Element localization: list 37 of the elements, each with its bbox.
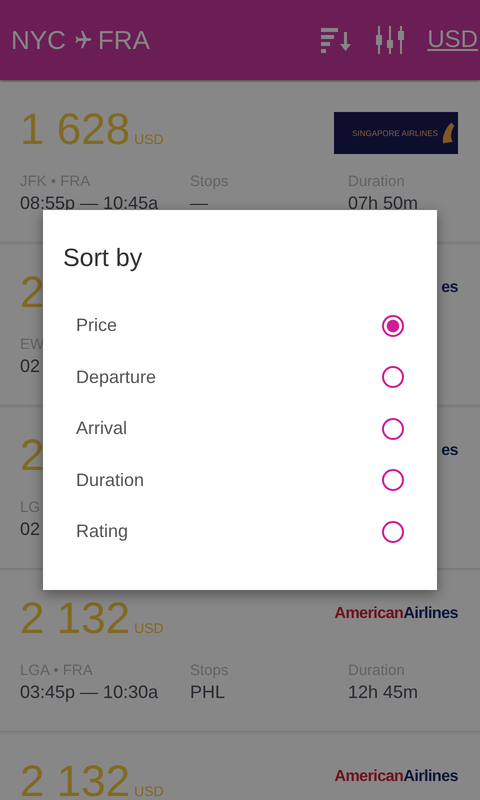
radio-button[interactable] xyxy=(382,520,404,543)
price: 2 xyxy=(20,269,44,317)
dialog-title: Sort by xyxy=(63,243,142,273)
airline-logo: AmericanAirlines xyxy=(334,768,458,786)
filter-icon[interactable] xyxy=(375,26,406,54)
sort-option[interactable]: Arrival xyxy=(76,418,128,440)
radio-button[interactable] xyxy=(382,314,404,337)
airline-logo: es xyxy=(441,279,458,297)
price: 2 132 xyxy=(20,595,130,643)
duration-value: 12h 45m xyxy=(348,681,418,703)
sort-option[interactable]: Rating xyxy=(76,521,128,542)
sort-option[interactable]: Price xyxy=(76,315,118,336)
flight-times: 08:55p — 10:45a xyxy=(20,192,158,214)
sort-option[interactable]: Departure xyxy=(76,366,156,388)
airline-logo: AmericanAirlines xyxy=(334,605,458,623)
flight-card[interactable]: 2 132 USD AmericanAirlines xyxy=(0,734,480,800)
radio-button[interactable] xyxy=(382,418,404,440)
price-currency: USD xyxy=(134,131,164,147)
flight-times: 02 xyxy=(20,355,40,377)
sort-icon[interactable] xyxy=(321,26,354,54)
price: 2 132 xyxy=(20,758,130,800)
price-currency: USD xyxy=(134,783,164,799)
flight-times: 02 xyxy=(20,518,40,540)
route-destination: FRA xyxy=(98,24,150,56)
price: 1 628 xyxy=(20,106,130,154)
route-origin: NYC xyxy=(11,24,66,56)
flight-times: 03:45p — 10:30a xyxy=(20,681,158,703)
stops-value: PHL xyxy=(190,681,226,703)
sort-option[interactable]: Duration xyxy=(76,470,144,491)
radio-button[interactable] xyxy=(382,469,404,492)
price-currency: USD xyxy=(134,620,164,636)
duration-value: 07h 50m xyxy=(348,192,418,214)
stops-value: — xyxy=(190,192,208,214)
airline-logo: SINGAPORE AIRLINES xyxy=(334,112,458,154)
radio-button[interactable] xyxy=(382,366,404,388)
price: 2 xyxy=(20,432,44,480)
airline-logo: es xyxy=(441,442,458,460)
